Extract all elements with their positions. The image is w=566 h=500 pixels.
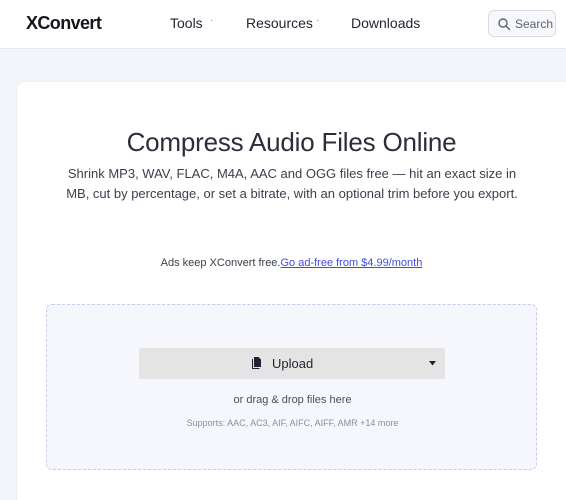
nav-resources[interactable]: Resources — [246, 15, 313, 31]
nav-resources-dropdown-indicator: · — [316, 15, 320, 26]
nav-tools-dropdown-indicator: · — [210, 15, 214, 26]
chevron-down-icon[interactable] — [429, 361, 436, 366]
search-icon — [498, 18, 511, 31]
search-button[interactable]: Search — [488, 10, 556, 37]
top-header: XConvert Tools · Resources · Downloads S… — [0, 0, 566, 49]
main-card: Compress Audio Files Online Shrink MP3, … — [17, 82, 566, 500]
upload-button[interactable]: Upload — [139, 348, 445, 379]
page-title: Compress Audio Files Online — [126, 127, 457, 157]
site-logo[interactable]: XConvert — [26, 13, 102, 34]
page-subtitle: Shrink MP3, WAV, FLAC, M4A, AAC and OGG … — [66, 166, 518, 201]
ad-free-link[interactable]: Go ad-free from $4.99/month — [280, 257, 422, 269]
drag-drop-hint: or drag & drop files here — [233, 394, 352, 406]
upload-label: Upload — [272, 356, 314, 371]
ads-notice: Ads keep XConvert free.Go ad-free from $… — [17, 257, 566, 269]
nav-tools[interactable]: Tools — [170, 15, 203, 31]
supported-formats: Supports: AAC, AC3, AIF, AIFC, AIFF, AMR… — [186, 418, 399, 428]
file-icon — [252, 357, 261, 369]
search-label: Search — [515, 17, 554, 31]
ads-text: Ads keep XConvert free. — [160, 257, 281, 269]
nav-downloads[interactable]: Downloads — [351, 15, 420, 31]
file-dropzone[interactable]: Upload or drag & drop files here Support… — [46, 304, 537, 470]
